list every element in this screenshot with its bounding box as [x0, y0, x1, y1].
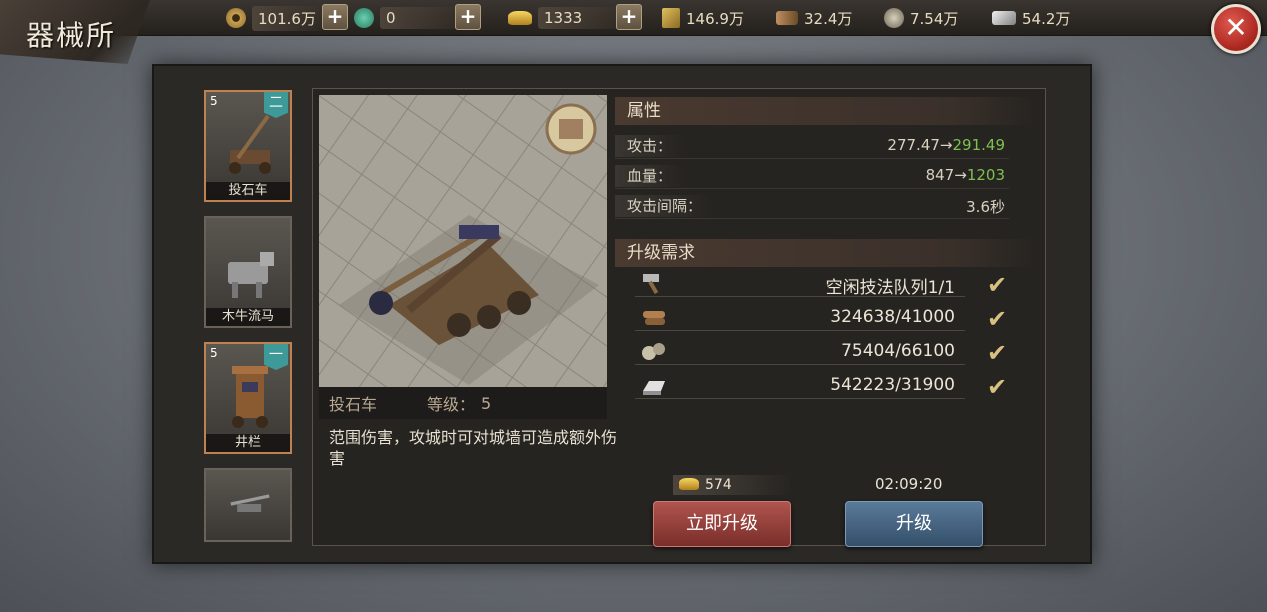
resource-stone: 7.54万: [884, 6, 958, 30]
upgrade-button[interactable]: 升级: [845, 501, 983, 547]
resource-gold: 1333: [508, 6, 622, 30]
check-icon: ✔: [987, 339, 1008, 367]
unit-name: 投石车: [329, 395, 378, 414]
sidebar-item-label: 木牛流马: [206, 308, 290, 326]
sidebar-item-ballista[interactable]: [204, 468, 292, 542]
page-title: 器械所: [26, 19, 117, 52]
req-value: 75404/66100: [841, 341, 955, 361]
gold-ingot-icon: [679, 478, 699, 490]
wooden-ox-icon: [228, 252, 274, 298]
gold-cost-value: 574: [705, 477, 732, 493]
upgrade-timer: 02:09:20: [875, 475, 943, 493]
resource-grain-value: 146.9万: [686, 9, 744, 28]
unit-level-value: 5: [481, 393, 492, 413]
hammer-icon: [643, 274, 659, 295]
attr-key: 攻击间隔：: [615, 195, 715, 217]
resource-grain: 146.9万: [662, 6, 744, 30]
stone-icon: [884, 8, 904, 28]
item-level: 5: [210, 346, 218, 360]
jade-icon: [354, 8, 374, 28]
check-icon: ✔: [987, 271, 1008, 299]
wood-icon: [776, 11, 798, 25]
req-value: 542223/31900: [830, 375, 955, 395]
iron-icon: [992, 11, 1016, 25]
resource-copper-value: 101.6万: [252, 5, 322, 31]
sidebar-item-wooden-ox[interactable]: 木牛流马: [204, 216, 292, 328]
check-icon: ✔: [987, 305, 1008, 333]
resource-iron: 54.2万: [992, 6, 1070, 30]
attr-key: 血量：: [615, 165, 685, 187]
unit-level-label: 等级：: [427, 395, 476, 414]
resource-wood-value: 32.4万: [804, 9, 853, 28]
attr-value: 3.6秒: [966, 198, 1005, 216]
resource-copper: 101.6万: [226, 5, 322, 31]
catapult-preview-image: [319, 95, 607, 387]
resource-jade-value: 0: [380, 7, 460, 29]
instant-upgrade-button[interactable]: 立即升级: [653, 501, 791, 547]
resource-jade: 0: [354, 6, 460, 30]
siege-tower-icon: [232, 366, 268, 428]
sidebar-item-siege-tower[interactable]: 5 一 井栏: [204, 342, 292, 454]
resource-iron-value: 54.2万: [1022, 9, 1071, 28]
add-copper-button[interactable]: +: [322, 4, 348, 30]
unit-description: 范围伤害，攻城时可对城墙可造成额外伤害: [329, 428, 618, 468]
add-gold-button[interactable]: +: [616, 4, 642, 30]
requirements-header: 升级需求: [615, 239, 1035, 267]
req-row-queue: 空闲技法队列1/1: [635, 269, 965, 298]
attr-key: 攻击：: [615, 135, 685, 157]
sidebar-item-catapult[interactable]: 5 二 投石车: [204, 90, 292, 202]
req-row-wood: 324638/41000: [635, 303, 965, 331]
resource-gold-value: 1333: [538, 7, 622, 29]
wood-icon: [643, 311, 665, 325]
resource-stone-value: 7.54万: [910, 9, 959, 28]
ballista-icon: [230, 494, 270, 512]
resource-wood: 32.4万: [776, 6, 852, 30]
attr-row-interval: 攻击间隔： 3.6秒: [615, 193, 1009, 219]
attr-value: 847→1203: [925, 166, 1005, 184]
iron-icon: [643, 381, 665, 395]
attributes-header: 属性: [615, 97, 1035, 125]
grain-icon: [662, 8, 680, 28]
close-button[interactable]: ✕: [1211, 4, 1261, 54]
detail-box: 投石车 等级： 5 范围伤害，攻城时可对城墙可造成额外伤害 属性 攻击： 277…: [312, 88, 1046, 547]
catapult-icon: [229, 114, 271, 174]
req-value: 空闲技法队列1/1: [825, 278, 955, 298]
unit-name-bar: 投石车 等级： 5: [319, 387, 607, 419]
sidebar-item-label: 井栏: [206, 434, 290, 452]
item-level: 5: [210, 94, 218, 108]
check-icon: ✔: [987, 373, 1008, 401]
sidebar-item-label: 投石车: [206, 182, 290, 200]
req-value: 324638/41000: [830, 307, 955, 327]
req-row-iron: 542223/31900: [635, 371, 965, 399]
coin-icon: [226, 8, 246, 28]
attr-value: 277.47→291.49: [887, 136, 1005, 154]
instant-gold-cost: 574: [673, 475, 793, 495]
add-jade-button[interactable]: +: [455, 4, 481, 30]
attr-row-hp: 血量： 847→1203: [615, 163, 1009, 189]
gold-ingot-icon: [508, 11, 532, 25]
stone-icon: [642, 343, 665, 360]
workshop-panel: 5 二 投石车 木牛流马 5 一 井栏 投石车 等级： 5 范围伤害，攻城时可对…: [152, 64, 1092, 564]
unit-preview: [319, 95, 607, 387]
attr-row-attack: 攻击： 277.47→291.49: [615, 133, 1009, 159]
req-row-stone: 75404/66100: [635, 337, 965, 365]
